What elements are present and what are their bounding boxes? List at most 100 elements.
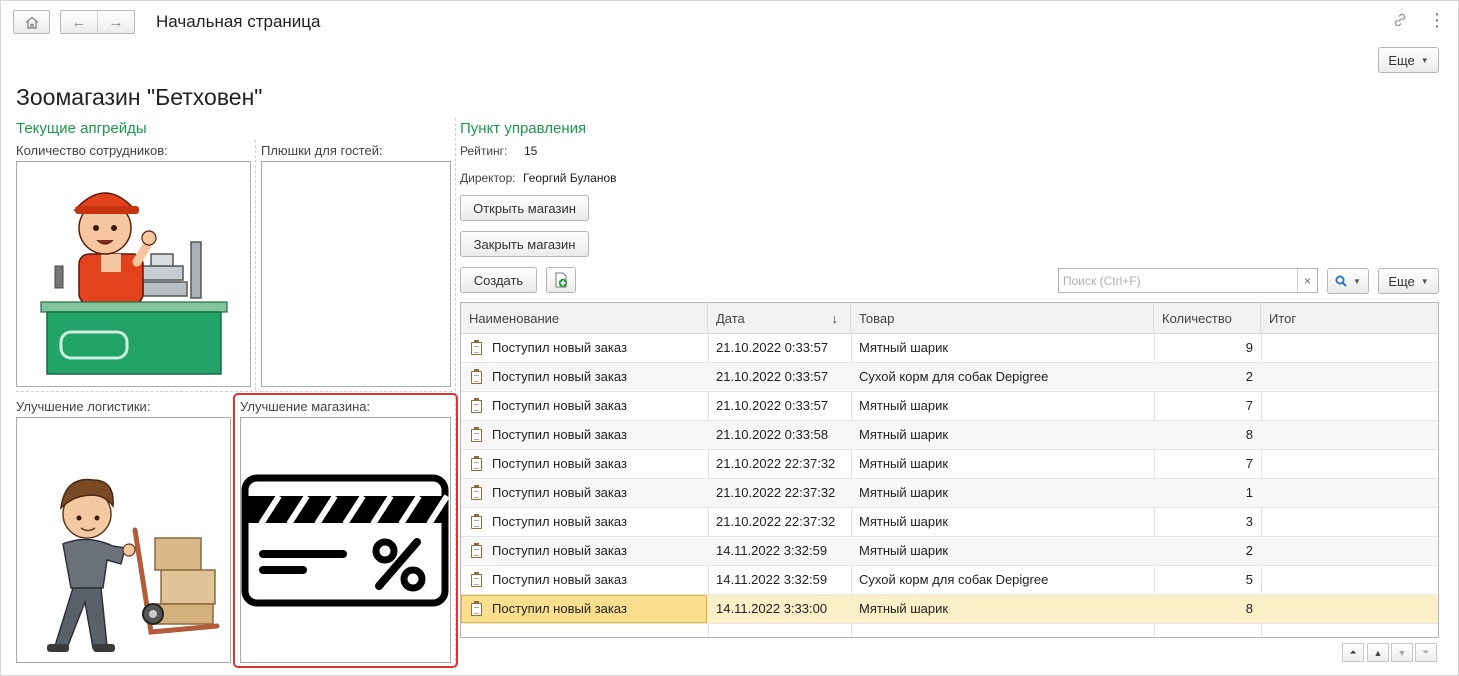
table-row[interactable]: Поступил новый заказ 14.11.2022 3:32:59 …	[461, 537, 1438, 566]
table-row[interactable]: Поступил новый заказ 21.10.2022 0:33:57 …	[461, 334, 1438, 363]
create-button[interactable]: Создать	[460, 267, 537, 293]
staff-picture[interactable]	[16, 161, 251, 387]
cell-name: Поступил новый заказ	[461, 450, 707, 478]
table-row-selected[interactable]: Поступил новый заказ 14.11.2022 3:33:00 …	[461, 595, 1438, 624]
cell-date: 14.11.2022 3:32:59	[716, 572, 828, 587]
orders-table: Наименование Дата ↓ Товар Количество Ито…	[460, 302, 1439, 638]
cell-name: Поступил новый заказ	[461, 537, 707, 565]
cell-name-text: Поступил новый заказ	[492, 427, 627, 442]
column-header-name[interactable]: Наименование	[461, 303, 708, 334]
table-row[interactable]: Поступил новый заказ 14.11.2022 3:32:59 …	[461, 566, 1438, 595]
document-icon	[471, 513, 482, 529]
cell-name-text: Поступил новый заказ	[492, 485, 627, 500]
cell-qty: 2	[1245, 369, 1253, 384]
scroll-up-button[interactable]: ▲	[1367, 643, 1389, 662]
table-row[interactable]: Поступил новый заказ 21.10.2022 22:37:32…	[461, 479, 1438, 508]
divider	[16, 391, 452, 392]
document-icon	[471, 339, 482, 355]
search-input[interactable]	[1059, 269, 1297, 292]
more-label: Еще	[1388, 273, 1415, 289]
logistics-label: Улучшение логистики:	[16, 399, 151, 414]
document-icon	[471, 542, 482, 558]
divider	[255, 140, 256, 390]
clear-search-button[interactable]: ×	[1297, 269, 1317, 292]
cell-qty: 3	[1245, 514, 1253, 529]
last-page-icon: ⏷	[1422, 647, 1430, 657]
cell-date: 21.10.2022 0:33:58	[716, 427, 829, 442]
cell-date: 21.10.2022 0:33:57	[716, 369, 829, 384]
table-row[interactable]: Поступил новый заказ 21.10.2022 0:33:58 …	[461, 421, 1438, 450]
arrow-right-icon: →	[108, 13, 124, 31]
cell-date: 21.10.2022 0:33:57	[716, 340, 829, 355]
scroll-to-last-button[interactable]: ⏷	[1415, 643, 1437, 662]
cell-date: 21.10.2022 22:37:32	[716, 485, 836, 500]
document-icon	[471, 571, 482, 587]
control-group-title: Пункт управления	[460, 120, 587, 137]
cell-good: Мятный шарик	[859, 543, 949, 558]
cell-qty: 8	[1245, 427, 1253, 442]
document-icon	[471, 600, 482, 616]
scroll-to-first-button[interactable]: ⏶	[1342, 643, 1364, 662]
cell-name-text: Поступил новый заказ	[492, 572, 627, 587]
table-row[interactable]: Поступил новый заказ 21.10.2022 22:37:32…	[461, 450, 1438, 479]
kebab-menu-icon[interactable]: ⋮	[1428, 10, 1446, 30]
guests-label: Плюшки для гостей:	[261, 143, 383, 158]
cell-name: Поступил новый заказ	[461, 595, 707, 623]
table-row[interactable]: Поступил новый заказ 21.10.2022 0:33:57 …	[461, 392, 1438, 421]
cell-qty: 7	[1245, 456, 1253, 471]
forward-button[interactable]: →	[97, 11, 134, 33]
cell-good: Мятный шарик	[859, 427, 949, 442]
more-button-list[interactable]: Еще ▼	[1378, 268, 1439, 294]
cell-date: 14.11.2022 3:33:00	[716, 601, 828, 616]
search-box: ×	[1058, 268, 1318, 293]
cell-name: Поступил новый заказ	[461, 392, 707, 420]
history-nav: ← →	[60, 10, 135, 34]
home-button[interactable]	[13, 10, 50, 34]
page-title: Начальная страница	[156, 12, 321, 31]
cell-qty: 5	[1245, 572, 1253, 587]
search-options-button[interactable]: ▼	[1327, 268, 1369, 294]
cashier-illustration	[40, 192, 228, 375]
more-button-top[interactable]: Еще ▼	[1378, 47, 1439, 73]
cell-good: Мятный шарик	[859, 456, 949, 471]
document-icon	[471, 397, 482, 413]
chevron-down-icon: ▼	[1420, 276, 1429, 286]
close-icon: ×	[1303, 273, 1311, 288]
chevron-down-icon: ▼	[1420, 55, 1429, 65]
director-label: Директор:	[460, 171, 516, 185]
table-header: Наименование Дата ↓ Товар Количество Ито…	[461, 303, 1438, 334]
open-shop-button[interactable]: Открыть магазин	[460, 195, 589, 221]
close-shop-button[interactable]: Закрыть магазин	[460, 231, 589, 257]
cell-date: 21.10.2022 22:37:32	[716, 514, 836, 529]
home-icon	[25, 16, 38, 29]
cell-date: 14.11.2022 3:32:59	[716, 543, 828, 558]
triangle-down-icon: ▼	[1397, 647, 1407, 658]
cell-qty: 9	[1245, 340, 1253, 355]
column-header-good[interactable]: Товар	[851, 303, 1154, 334]
table-row[interactable]: Поступил новый заказ 21.10.2022 0:33:57 …	[461, 363, 1438, 392]
column-header-qty[interactable]: Количество	[1154, 303, 1261, 334]
store-upgrade-highlight	[233, 393, 458, 668]
cell-good: Мятный шарик	[859, 601, 949, 616]
cell-good: Мятный шарик	[859, 340, 949, 355]
cell-name-text: Поступил новый заказ	[492, 398, 627, 413]
guests-picture[interactable]	[261, 161, 451, 387]
table-row[interactable]: Поступил новый заказ 21.10.2022 22:37:32…	[461, 508, 1438, 537]
column-header-total[interactable]: Итог	[1261, 303, 1438, 334]
column-header-date-label: Дата	[716, 311, 745, 326]
director-value: Георгий Буланов	[523, 171, 617, 185]
add-copy-button[interactable]	[546, 267, 576, 293]
cell-name: Поступил новый заказ	[461, 566, 707, 594]
link-icon[interactable]	[1392, 12, 1408, 33]
back-button[interactable]: ←	[61, 11, 97, 33]
document-icon	[471, 368, 482, 384]
column-header-date[interactable]: Дата ↓	[708, 303, 851, 334]
first-page-icon: ⏶	[1349, 647, 1357, 657]
cell-name-text: Поступил новый заказ	[492, 601, 627, 616]
cell-name-text: Поступил новый заказ	[492, 543, 627, 558]
cell-qty: 1	[1245, 485, 1253, 500]
cell-qty: 2	[1245, 543, 1253, 558]
logistics-picture[interactable]	[16, 417, 231, 663]
document-icon	[471, 484, 482, 500]
scroll-down-button[interactable]: ▼	[1391, 643, 1413, 662]
